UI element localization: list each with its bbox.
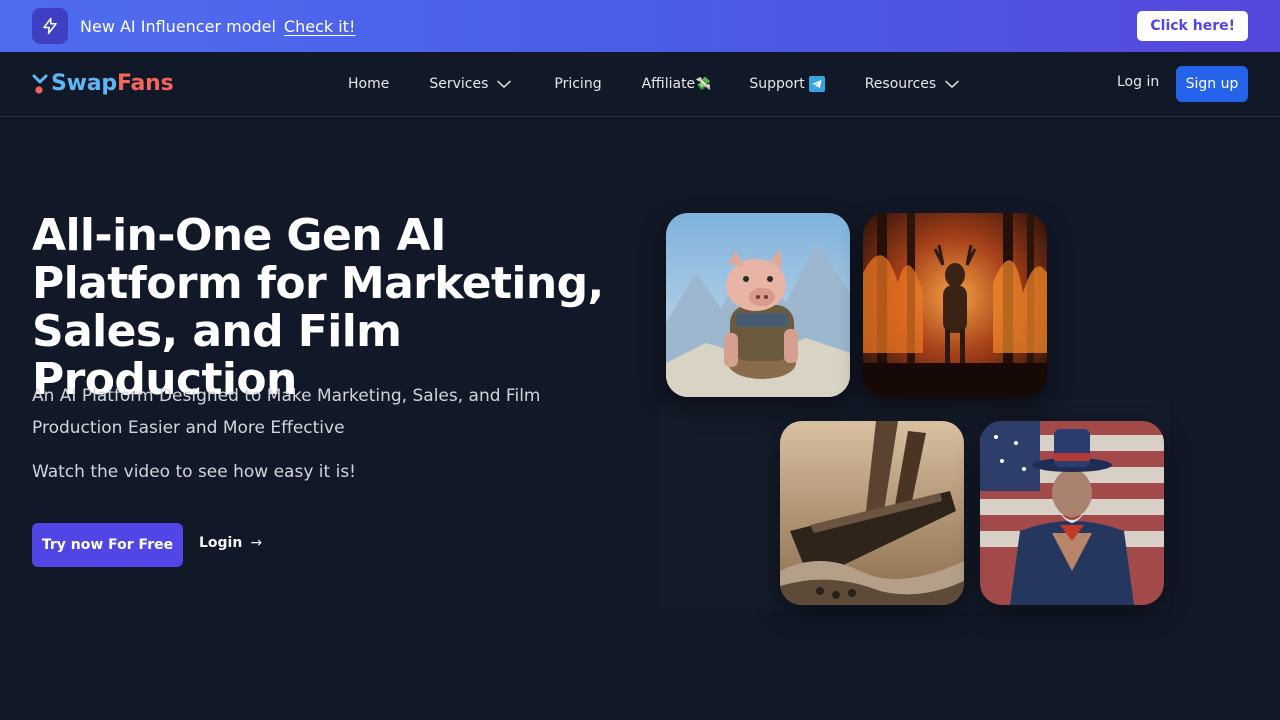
banner-check-it-link[interactable]: Check it!	[284, 17, 355, 36]
nav-item-label: Home	[348, 76, 390, 92]
banner-click-here-button[interactable]: Click here!	[1137, 11, 1248, 41]
login-link[interactable]: Log in	[1117, 74, 1159, 90]
telegram-icon	[808, 76, 825, 92]
logo-text: SwapFans	[51, 71, 174, 96]
nav-item-label: Services	[429, 76, 489, 92]
try-free-button[interactable]: Try now For Free	[32, 523, 183, 567]
chevron-down-icon	[497, 80, 512, 89]
gallery-image-warrior-pig	[666, 213, 850, 397]
signup-button[interactable]: Sign up	[1176, 66, 1248, 102]
nav-item-services[interactable]: Services	[429, 76, 512, 92]
nav-item-home[interactable]: Home	[348, 76, 389, 92]
money-with-wings-icon: 💸	[695, 76, 712, 92]
nav-item-pricing[interactable]: Pricing	[554, 76, 601, 92]
hero-login-link[interactable]: Login →	[199, 535, 262, 551]
hero-title: All-in-One Gen AI Platform for Marketing…	[32, 210, 604, 405]
nav-item-resources[interactable]: Resources	[865, 76, 961, 92]
nav-item-label: Support	[749, 76, 805, 92]
nav-item-label: Affiliate	[641, 76, 696, 92]
banner-text: New AI Influencer model	[80, 16, 276, 36]
logo-text-fans: Fans	[116, 71, 174, 96]
nav-item-support[interactable]: Support	[749, 76, 825, 92]
gallery-image-deer-in-fire	[863, 213, 1047, 397]
nav-item-label: Pricing	[554, 76, 602, 92]
gallery-image-uncle-sam	[980, 421, 1164, 605]
nav-menu: Home Services Pricing Affiliate 💸 Suppor…	[348, 52, 960, 116]
logo-mark-icon	[32, 72, 48, 96]
main-navbar: SwapFans Home Services Pricing Affiliate…	[0, 52, 1280, 117]
arrow-right-icon: →	[250, 535, 263, 551]
nav-item-affiliate[interactable]: Affiliate 💸	[642, 76, 712, 92]
hero-login-label: Login	[199, 535, 243, 551]
chevron-down-icon	[945, 80, 960, 89]
nav-item-label: Resources	[864, 76, 937, 92]
lightning-bolt-icon	[32, 8, 68, 44]
hero-subtitle: An AI Platform Designed to Make Marketin…	[32, 386, 541, 438]
gallery-image-sinking-ship	[780, 421, 964, 605]
logo-text-swap: Swap	[51, 71, 117, 96]
swapfans-logo[interactable]: SwapFans	[32, 71, 174, 96]
announcement-banner: New AI Influencer model Check it! Click …	[0, 0, 1280, 52]
hero-watch-text: Watch the video to see how easy it is!	[32, 462, 356, 482]
